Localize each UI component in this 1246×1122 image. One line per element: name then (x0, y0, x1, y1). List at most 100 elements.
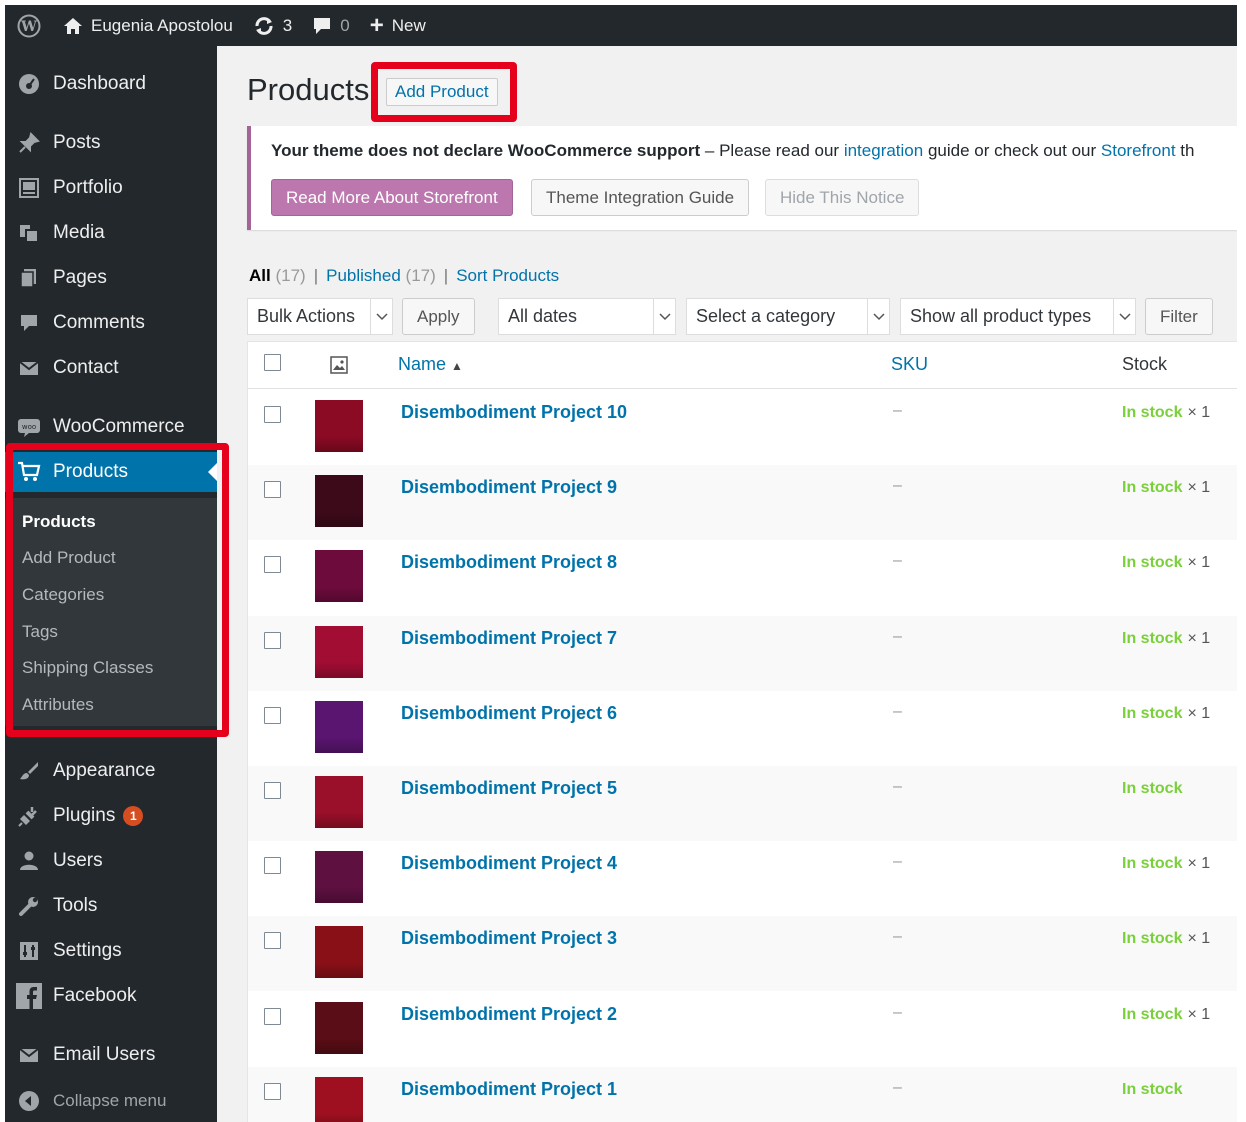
menu-facebook[interactable]: Facebook (5, 976, 217, 1016)
product-type-filter-select[interactable]: Show all product types (900, 298, 1136, 335)
product-thumbnail[interactable] (315, 625, 363, 678)
apply-button[interactable]: Apply (402, 298, 475, 335)
product-name-link[interactable]: Disembodiment Project 6 (401, 703, 617, 724)
storefront-link[interactable]: Storefront (1101, 141, 1176, 160)
product-thumbnail[interactable] (315, 1001, 363, 1054)
collapse-menu-button[interactable]: Collapse menu (5, 1086, 217, 1116)
product-stock: In stock × 1 (1122, 855, 1211, 873)
submenu-categories[interactable]: Categories (22, 585, 104, 605)
menu-users[interactable]: Users (5, 841, 217, 881)
portfolio-icon (5, 177, 53, 199)
product-name-link[interactable]: Disembodiment Project 1 (401, 1079, 617, 1100)
row-checkbox[interactable] (264, 932, 281, 950)
products-submenu: Products Add Product Categories Tags Shi… (5, 498, 217, 726)
comments-count: 0 (340, 15, 350, 35)
row-checkbox[interactable] (264, 556, 281, 574)
product-thumbnail[interactable] (315, 1076, 363, 1122)
product-name-link[interactable]: Disembodiment Project 3 (401, 928, 617, 949)
menu-media[interactable]: Media (5, 213, 217, 253)
brush-icon (5, 760, 53, 782)
row-checkbox[interactable] (264, 706, 281, 724)
main-content: Products Add Product Your theme does not… (217, 46, 1237, 1122)
product-sku: – (893, 778, 902, 795)
product-thumbnail[interactable] (315, 700, 363, 753)
product-name-link[interactable]: Disembodiment Project 7 (401, 628, 617, 649)
row-checkbox[interactable] (264, 857, 281, 875)
product-thumbnail[interactable] (315, 475, 363, 528)
product-thumbnail[interactable] (315, 550, 363, 603)
select-all-checkbox[interactable] (264, 354, 281, 371)
product-name-link[interactable]: Disembodiment Project 9 (401, 477, 617, 498)
product-thumbnail[interactable] (315, 851, 363, 904)
read-more-storefront-button[interactable]: Read More About Storefront (271, 179, 513, 216)
menu-tools[interactable]: Tools (5, 886, 217, 926)
filter-button[interactable]: Filter (1145, 298, 1213, 335)
category-filter-select[interactable]: Select a category (686, 298, 890, 335)
row-checkbox[interactable] (264, 406, 281, 423)
product-name-link[interactable]: Disembodiment Project 2 (401, 1004, 617, 1025)
notice-text: Your theme does not declare WooCommerce … (271, 141, 1195, 160)
row-checkbox[interactable] (264, 1007, 281, 1025)
submenu-attributes[interactable]: Attributes (22, 695, 94, 715)
product-thumbnail[interactable] (315, 776, 363, 828)
updates-count: 3 (282, 15, 293, 35)
menu-appearance[interactable]: Appearance (5, 751, 217, 791)
site-name-link[interactable]: Eugenia Apostolou (53, 5, 243, 46)
menu-settings[interactable]: Settings (5, 931, 217, 971)
woocommerce-theme-notice: Your theme does not declare WooCommerce … (247, 126, 1237, 230)
product-name-link[interactable]: Disembodiment Project 10 (401, 402, 627, 423)
wordpress-logo-button[interactable]: W (5, 5, 53, 46)
theme-integration-guide-button[interactable]: Theme Integration Guide (531, 179, 750, 216)
sku-column-header[interactable]: SKU (891, 354, 928, 375)
product-name-link[interactable]: Disembodiment Project 8 (401, 552, 617, 573)
submenu-add-product[interactable]: Add Product (22, 548, 116, 568)
menu-posts[interactable]: Posts (5, 123, 217, 163)
sort-ascending-icon: ▲ (451, 359, 463, 373)
menu-pages[interactable]: Pages (5, 258, 217, 298)
menu-products[interactable]: Products (5, 452, 217, 492)
product-thumbnail[interactable] (315, 400, 363, 452)
submenu-shipping-classes[interactable]: Shipping Classes (22, 658, 153, 678)
add-product-button[interactable]: Add Product (386, 78, 498, 106)
menu-comments[interactable]: Comments (5, 303, 217, 343)
view-published-link[interactable]: Published (326, 266, 401, 285)
menu-woocommerce[interactable]: woo WooCommerce (5, 407, 217, 447)
menu-plugins[interactable]: Plugins 1 (5, 796, 217, 836)
product-thumbnail[interactable] (315, 926, 363, 979)
table-row: Disembodiment Project 10 – In stock × 1 (248, 390, 1237, 465)
bulk-actions-select[interactable]: Bulk Actions (247, 298, 393, 335)
admin-bar: W Eugenia Apostolou 3 0 + New (5, 5, 1237, 46)
submenu-tags[interactable]: Tags (22, 622, 58, 642)
name-column-header[interactable]: Name ▲ (398, 354, 463, 375)
view-all-link[interactable]: All (249, 266, 271, 285)
product-name-link[interactable]: Disembodiment Project 4 (401, 853, 617, 874)
product-stock: In stock × 1 (1122, 704, 1211, 722)
date-filter-select[interactable]: All dates (498, 298, 676, 335)
product-sku: – (893, 627, 902, 645)
product-sku: – (893, 402, 902, 419)
row-checkbox[interactable] (264, 481, 281, 499)
integration-link[interactable]: integration (844, 141, 923, 160)
envelope-icon (5, 357, 53, 379)
menu-dashboard[interactable]: Dashboard (5, 64, 217, 104)
menu-email-users[interactable]: Email Users (5, 1035, 217, 1075)
menu-portfolio[interactable]: Portfolio (5, 168, 217, 208)
new-content-link[interactable]: + New (360, 5, 436, 46)
sort-products-link[interactable]: Sort Products (456, 266, 559, 285)
stock-column-header: Stock (1122, 354, 1168, 374)
updates-link[interactable]: 3 (243, 5, 302, 46)
product-sku: – (893, 853, 902, 871)
svg-text:woo: woo (22, 423, 36, 431)
dashboard-icon (5, 73, 53, 95)
table-row: Disembodiment Project 6 – In stock × 1 (248, 691, 1237, 766)
submenu-products[interactable]: Products (22, 512, 96, 532)
facebook-icon (5, 983, 53, 1009)
comments-link[interactable]: 0 (302, 5, 359, 46)
hide-notice-button[interactable]: Hide This Notice (765, 179, 920, 216)
row-checkbox[interactable] (264, 1082, 281, 1100)
product-stock: In stock × 1 (1122, 554, 1211, 572)
row-checkbox[interactable] (264, 782, 281, 799)
row-checkbox[interactable] (264, 631, 281, 649)
menu-contact[interactable]: Contact (5, 348, 217, 388)
product-name-link[interactable]: Disembodiment Project 5 (401, 778, 617, 799)
